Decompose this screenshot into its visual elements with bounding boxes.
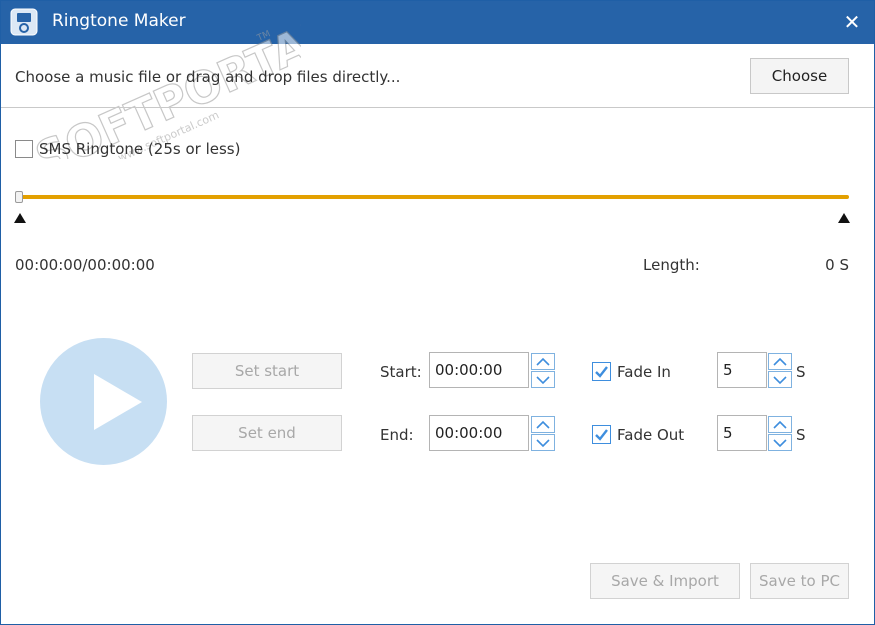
choose-file-button[interactable]: Choose (750, 58, 849, 94)
end-time-increment-button[interactable] (531, 416, 555, 433)
length-label: Length: (643, 256, 700, 274)
fade-in-decrement-button[interactable] (768, 371, 792, 388)
end-time-label: End: (380, 426, 414, 444)
time-display: 00:00:00/00:00:00 (15, 256, 155, 274)
end-time-decrement-button[interactable] (531, 434, 555, 451)
end-marker-icon[interactable] (838, 213, 850, 223)
ringtone-maker-window: Ringtone Maker ✕ SOFTPORTAL www.softport… (0, 0, 875, 625)
save-and-import-button[interactable]: Save & Import (590, 563, 740, 599)
fade-in-increment-button[interactable] (768, 353, 792, 370)
checkmark-icon (595, 366, 608, 378)
close-icon: ✕ (843, 10, 861, 34)
fade-in-unit-label: S (796, 363, 806, 381)
play-icon (94, 374, 142, 430)
start-time-decrement-button[interactable] (531, 371, 555, 388)
chevron-up-icon (773, 357, 787, 366)
fade-out-checkbox[interactable] (592, 425, 611, 444)
start-marker-icon[interactable] (14, 213, 26, 223)
chevron-down-icon (773, 376, 787, 385)
start-time-label: Start: (380, 363, 422, 381)
end-time-input[interactable] (429, 415, 529, 451)
fade-out-seconds-input[interactable] (717, 415, 767, 451)
sms-ringtone-label: SMS Ringtone (25s or less) (39, 140, 241, 158)
checkmark-icon (595, 429, 608, 441)
chevron-down-icon (536, 376, 550, 385)
chevron-up-icon (773, 420, 787, 429)
chevron-down-icon (773, 439, 787, 448)
fade-in-seconds-input[interactable] (717, 352, 767, 388)
length-value: 0 S (825, 256, 849, 274)
play-button[interactable] (40, 338, 167, 465)
playhead-handle[interactable] (15, 191, 23, 203)
chevron-down-icon (536, 439, 550, 448)
fade-out-unit-label: S (796, 426, 806, 444)
start-time-increment-button[interactable] (531, 353, 555, 370)
chevron-up-icon (536, 357, 550, 366)
set-start-button[interactable]: Set start (192, 353, 342, 389)
save-to-pc-button[interactable]: Save to PC (750, 563, 849, 599)
sms-ringtone-checkbox[interactable] (15, 140, 33, 158)
ringtone-app-icon (10, 8, 38, 36)
set-end-button[interactable]: Set end (192, 415, 342, 451)
fade-out-label: Fade Out (617, 426, 685, 444)
file-drop-hint: Choose a music file or drag and drop fil… (15, 68, 401, 86)
fade-in-label: Fade In (617, 363, 671, 381)
header-divider (1, 107, 874, 108)
chevron-up-icon (536, 420, 550, 429)
title-bar: Ringtone Maker ✕ (1, 1, 874, 44)
fade-out-decrement-button[interactable] (768, 434, 792, 451)
start-time-input[interactable] (429, 352, 529, 388)
fade-out-increment-button[interactable] (768, 416, 792, 433)
window-title: Ringtone Maker (52, 11, 186, 31)
fade-in-checkbox[interactable] (592, 362, 611, 381)
timeline-track[interactable] (15, 195, 849, 199)
close-button[interactable]: ✕ (840, 10, 864, 34)
